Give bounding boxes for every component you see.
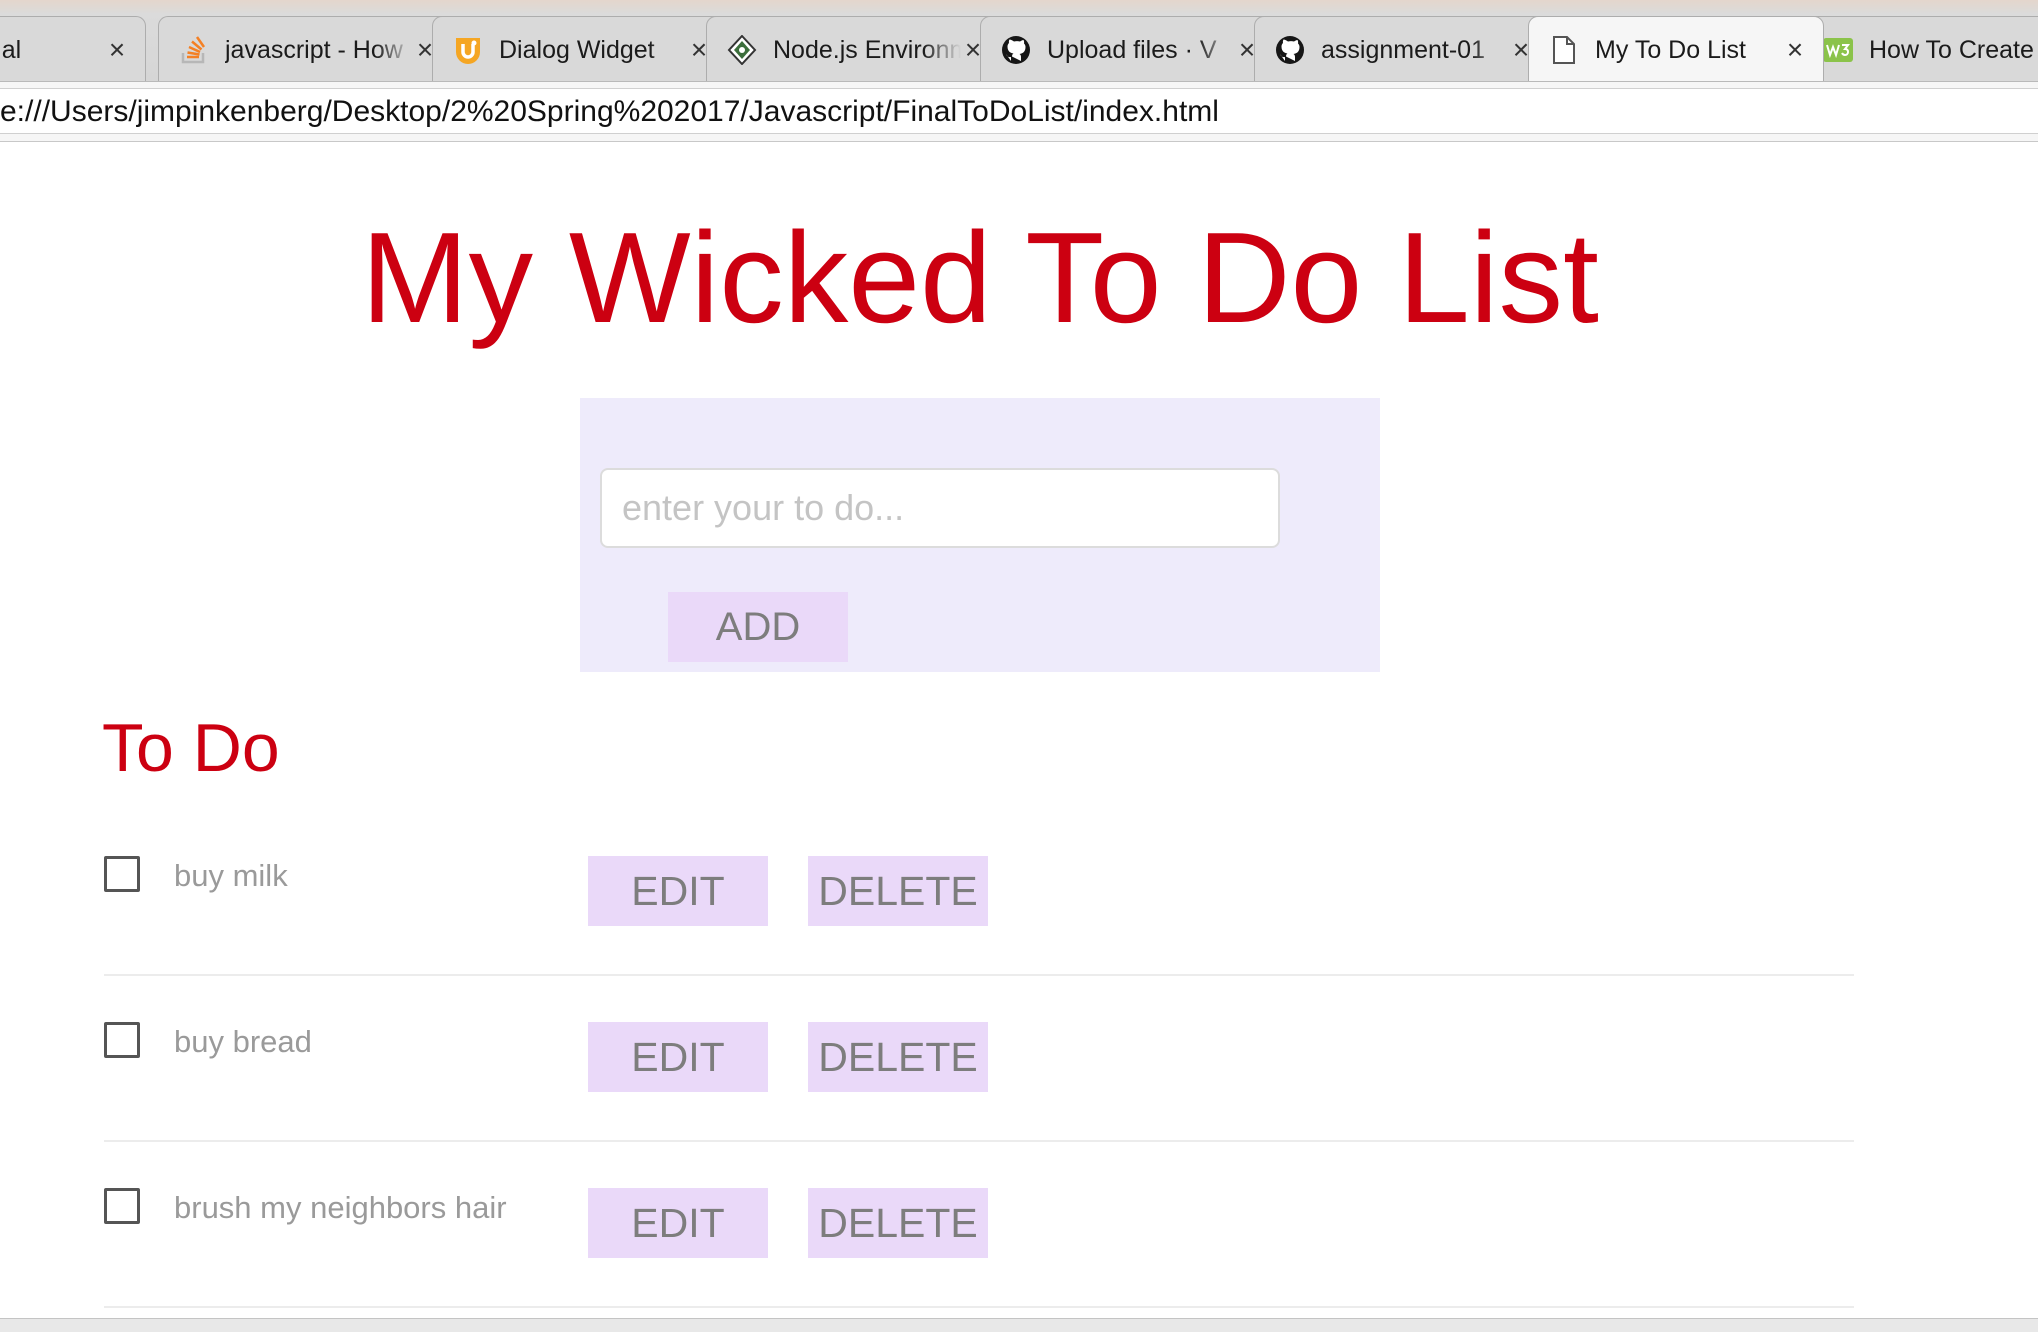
window-bottom-edge [0, 1318, 2038, 1332]
tab-title: javascript - How [225, 35, 403, 64]
browser-tab-nodejs[interactable]: Node.js Environment × [706, 16, 1002, 81]
todo-list: buy milk EDIT DELETE buy bread EDIT DELE… [104, 810, 1854, 1308]
tab-title: assignment-01 [1321, 35, 1485, 64]
tab-title: Upload files · V [1047, 35, 1217, 64]
todo-checkbox[interactable] [104, 856, 140, 892]
todo-checkbox[interactable] [104, 1188, 140, 1224]
browser-tab-material[interactable]: - Material × [0, 16, 146, 81]
tab-title: My To Do List [1595, 35, 1746, 64]
add-todo-panel: ADD [580, 398, 1380, 672]
todo-checkbox[interactable] [104, 1022, 140, 1058]
section-title-to-do: To Do [102, 710, 280, 786]
page-icon [1549, 35, 1579, 65]
ui-widget-icon [453, 35, 483, 65]
github-icon [1275, 35, 1305, 65]
url-field[interactable]: e:///Users/jimpinkenberg/Desktop/2%20Spr… [0, 88, 2038, 134]
browser-tab-my-to-do-list[interactable]: My To Do List × [1528, 16, 1824, 81]
edit-button[interactable]: EDIT [588, 1022, 768, 1092]
github-icon [1001, 35, 1031, 65]
address-bar: e:///Users/jimpinkenberg/Desktop/2%20Spr… [0, 82, 2038, 142]
w3schools-icon [1823, 35, 1853, 65]
todo-item: brush my neighbors hair EDIT DELETE [104, 1142, 1854, 1308]
todo-text: buy milk [174, 858, 288, 893]
browser-tab-strip: - Material × javascript - How × Dialog W… [0, 0, 2038, 82]
todo-input[interactable] [600, 468, 1280, 548]
browser-tab-upload-files[interactable]: Upload files · V × [980, 16, 1276, 81]
tab-title: - Material [0, 35, 22, 64]
close-tab-icon[interactable]: × [105, 34, 129, 66]
add-button[interactable]: ADD [668, 592, 848, 662]
todo-item: buy milk EDIT DELETE [104, 810, 1854, 976]
tab-title: How To Create [1869, 35, 2034, 64]
page-title: My Wicked To Do List [361, 206, 1599, 350]
tab-title: Node.js Environment [773, 35, 961, 64]
browser-tab-assignment[interactable]: assignment-01 × [1254, 16, 1550, 81]
browser-tab-dialog-widget[interactable]: Dialog Widget × [432, 16, 728, 81]
delete-button[interactable]: DELETE [808, 856, 988, 926]
edit-button[interactable]: EDIT [588, 856, 768, 926]
delete-button[interactable]: DELETE [808, 1022, 988, 1092]
todo-text: buy bread [174, 1024, 312, 1059]
todo-item: buy bread EDIT DELETE [104, 976, 1854, 1142]
nodejs-icon [727, 35, 757, 65]
edit-button[interactable]: EDIT [588, 1188, 768, 1258]
delete-button[interactable]: DELETE [808, 1188, 988, 1258]
todo-text: brush my neighbors hair [174, 1190, 507, 1225]
browser-tab-how-to-create[interactable]: How To Create [1802, 16, 2038, 81]
stackoverflow-icon [179, 35, 209, 65]
close-tab-icon[interactable]: × [1783, 34, 1807, 66]
tab-title: Dialog Widget [499, 35, 655, 64]
browser-tab-javascript[interactable]: javascript - How × [158, 16, 454, 81]
